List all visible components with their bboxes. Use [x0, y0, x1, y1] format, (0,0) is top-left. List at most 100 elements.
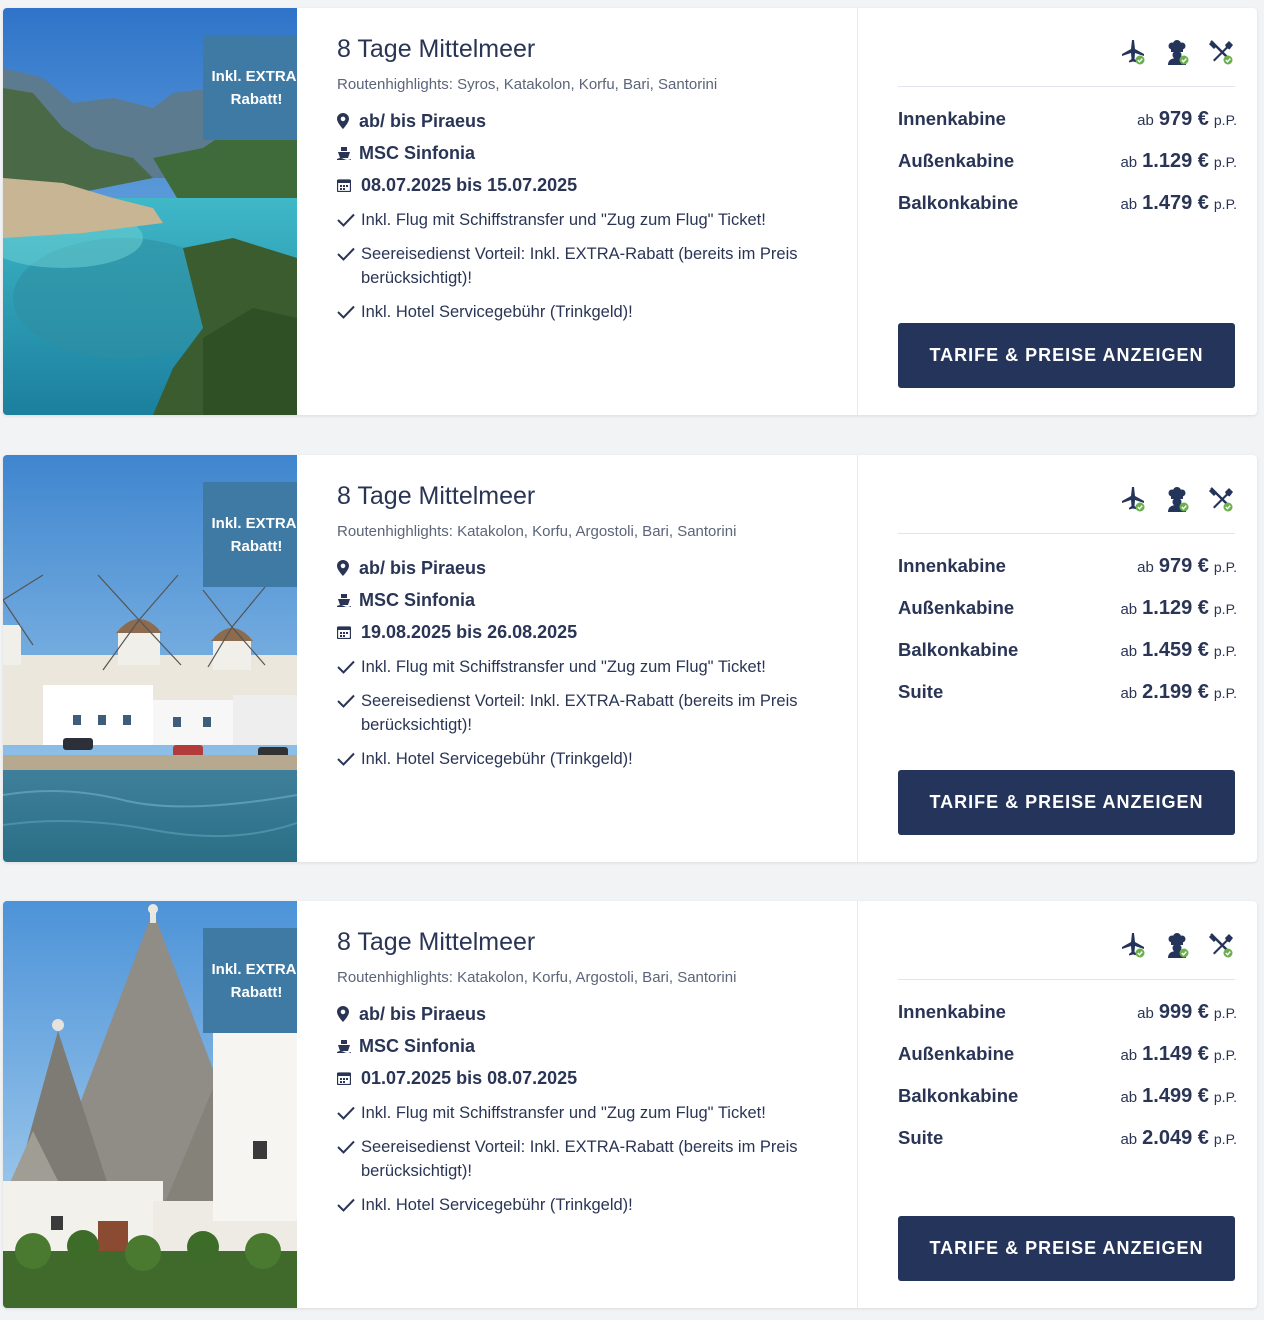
route-highlights: Routenhighlights: Katakolon, Korfu, Argo… — [337, 969, 737, 986]
feature-item: Seereisedienst Vorteil: Inkl. EXTRA-Raba… — [337, 242, 857, 290]
plane-included-icon — [1119, 931, 1147, 959]
calendar-icon — [337, 1068, 357, 1088]
cabin-price: 1.499 € — [1142, 1085, 1209, 1107]
cabin-name: Suite — [898, 681, 944, 702]
check-icon — [337, 689, 361, 713]
cruise-title[interactable]: 8 Tage Mittelmeer — [337, 927, 857, 957]
cruise-info: 8 Tage Mittelmeer Routenhighlights: Kata… — [297, 455, 858, 862]
show-tariffs-button[interactable]: TARIFE & PREISE ANZEIGEN — [898, 323, 1235, 388]
feature-item: Seereisedienst Vorteil: Inkl. EXTRA-Raba… — [337, 689, 857, 737]
cruise-card: Inkl. EXTRA-Rabatt! 8 Tage Mittelmeer Ro… — [3, 455, 1257, 862]
ship-icon — [337, 1036, 357, 1056]
travel-dates: 08.07.2025 bis 15.07.2025 — [361, 174, 578, 195]
ship-row: MSC Sinfonia — [337, 137, 857, 169]
cruise-info: 8 Tage Mittelmeer Routenhighlights: Kata… — [297, 901, 858, 1308]
port-text: ab/ bis Piraeus — [359, 110, 487, 131]
price-panel: Innenkabine ab 979 € p.P. Außenkabine ab 1.12… — [858, 8, 1257, 415]
plane-included-icon — [1119, 485, 1147, 513]
discount-badge: Inkl. EXTRA-Rabatt! — [203, 482, 297, 587]
check-icon — [337, 747, 361, 771]
cruise-image[interactable]: Inkl. EXTRA-Rabatt! — [3, 8, 297, 415]
cabin-price: 2.199 € — [1142, 681, 1209, 703]
cruise-info: 8 Tage Mittelmeer Routenhighlights: Syro… — [297, 8, 858, 415]
date-row: 08.07.2025 bis 15.07.2025 — [337, 169, 857, 201]
port-text: ab/ bis Piraeus — [359, 1003, 487, 1024]
cutlery-included-icon — [1207, 485, 1235, 513]
service-icons — [1119, 485, 1235, 513]
service-icons — [1119, 931, 1235, 959]
cabin-name: Suite — [898, 1127, 944, 1148]
location-pin-icon — [337, 111, 357, 131]
cruise-card: Inkl. EXTRA-Rabatt! 8 Tage Mittelmeer Ro… — [3, 901, 1257, 1308]
plane-included-icon — [1119, 38, 1147, 66]
cabin-price: 1.129 € — [1142, 597, 1209, 619]
cabin-price: 979 € — [1158, 555, 1209, 577]
cabin-price-row[interactable]: Innenkabine ab 999 € p.P. — [898, 991, 1237, 1033]
show-tariffs-button[interactable]: TARIFE & PREISE ANZEIGEN — [898, 770, 1235, 835]
show-tariffs-button[interactable]: TARIFE & PREISE ANZEIGEN — [898, 1216, 1235, 1281]
ship-name: MSC Sinfonia — [359, 589, 475, 610]
cruise-title[interactable]: 8 Tage Mittelmeer — [337, 481, 857, 511]
port-row: ab/ bis Piraeus — [337, 552, 857, 584]
cabin-name: Innenkabine — [898, 555, 1006, 576]
divider — [898, 979, 1235, 980]
cabin-name: Außenkabine — [898, 1043, 1015, 1064]
chef-included-icon — [1163, 931, 1191, 959]
check-icon — [337, 242, 361, 266]
cabin-price: 2.049 € — [1142, 1127, 1209, 1149]
calendar-icon — [337, 622, 357, 642]
location-pin-icon — [337, 1004, 357, 1024]
price-panel: Innenkabine ab 979 € p.P. Außenkabine ab 1.12… — [858, 455, 1257, 862]
check-icon — [337, 655, 361, 679]
travel-dates: 19.08.2025 bis 26.08.2025 — [361, 621, 578, 642]
cabin-name: Balkonkabine — [898, 192, 1019, 213]
ship-icon — [337, 143, 357, 163]
cruise-image[interactable]: Inkl. EXTRA-Rabatt! — [3, 901, 297, 1308]
cabin-price: 979 € — [1158, 108, 1209, 130]
cabin-price-row[interactable]: Suite ab 2.049 € p.P. — [898, 1117, 1237, 1159]
price-panel: Innenkabine ab 999 € p.P. Außenkabine ab 1.14… — [858, 901, 1257, 1308]
cabin-price: 1.129 € — [1142, 150, 1209, 172]
cabin-name: Außenkabine — [898, 150, 1015, 171]
cutlery-included-icon — [1207, 38, 1235, 66]
cabin-price: 1.459 € — [1142, 639, 1209, 661]
check-icon — [337, 208, 361, 232]
cabin-price-row[interactable]: Innenkabine ab 979 € p.P. — [898, 98, 1237, 140]
cabin-price-row[interactable]: Balkonkabine ab 1.459 € p.P. — [898, 629, 1237, 671]
feature-item: Inkl. Hotel Servicegebühr (Trinkgeld)! — [337, 300, 857, 324]
ship-row: MSC Sinfonia — [337, 1030, 857, 1062]
cabin-name: Außenkabine — [898, 597, 1015, 618]
chef-included-icon — [1163, 38, 1191, 66]
cabin-name: Balkonkabine — [898, 1085, 1019, 1106]
cruise-image[interactable]: Inkl. EXTRA-Rabatt! — [3, 455, 297, 862]
cabin-price-row[interactable]: Außenkabine ab 1.129 € p.P. — [898, 587, 1237, 629]
feature-item: Inkl. Flug mit Schiffstransfer und "Zug … — [337, 1101, 857, 1125]
divider — [898, 86, 1235, 87]
cruise-result-list: Inkl. EXTRA-Rabatt! 8 Tage Mittelmeer Ro… — [0, 0, 1264, 1320]
cabin-price-row[interactable]: Suite ab 2.199 € p.P. — [898, 671, 1237, 713]
chef-included-icon — [1163, 485, 1191, 513]
cabin-name: Balkonkabine — [898, 639, 1019, 660]
discount-badge: Inkl. EXTRA-Rabatt! — [203, 928, 297, 1033]
check-icon — [337, 1135, 361, 1159]
port-text: ab/ bis Piraeus — [359, 557, 487, 578]
cabin-price-row[interactable]: Balkonkabine ab 1.499 € p.P. — [898, 1075, 1237, 1117]
cruise-title[interactable]: 8 Tage Mittelmeer — [337, 34, 857, 64]
cabin-name: Innenkabine — [898, 1001, 1006, 1022]
cabin-price-row[interactable]: Balkonkabine ab 1.479 € p.P. — [898, 182, 1237, 224]
route-highlights: Routenhighlights: Katakolon, Korfu, Argo… — [337, 523, 737, 540]
cabin-price: 999 € — [1158, 1001, 1209, 1023]
cutlery-included-icon — [1207, 931, 1235, 959]
ship-icon — [337, 590, 357, 610]
cabin-price-row[interactable]: Außenkabine ab 1.149 € p.P. — [898, 1033, 1237, 1075]
route-highlights: Routenhighlights: Syros, Katakolon, Korf… — [337, 76, 718, 93]
cabin-price-row[interactable]: Außenkabine ab 1.129 € p.P. — [898, 140, 1237, 182]
cruise-card: Inkl. EXTRA-Rabatt! 8 Tage Mittelmeer Ro… — [3, 8, 1257, 415]
ship-name: MSC Sinfonia — [359, 1035, 475, 1056]
cabin-price: 1.149 € — [1142, 1043, 1209, 1065]
feature-item: Inkl. Hotel Servicegebühr (Trinkgeld)! — [337, 1193, 857, 1217]
cabin-name: Innenkabine — [898, 108, 1006, 129]
feature-item: Inkl. Hotel Servicegebühr (Trinkgeld)! — [337, 747, 857, 771]
cabin-price-row[interactable]: Innenkabine ab 979 € p.P. — [898, 545, 1237, 587]
feature-item: Inkl. Flug mit Schiffstransfer und "Zug … — [337, 655, 857, 679]
